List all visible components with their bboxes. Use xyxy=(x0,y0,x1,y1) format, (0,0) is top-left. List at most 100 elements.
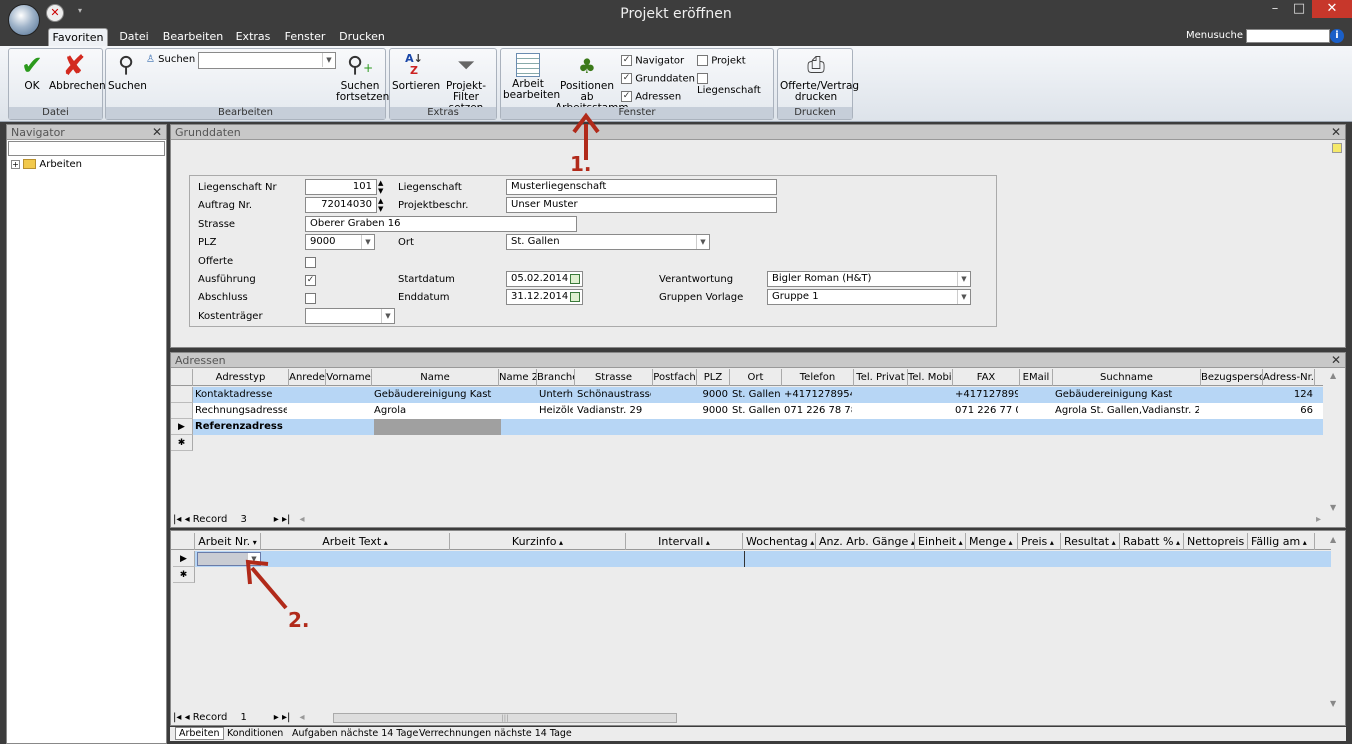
table-cell[interactable]: St. Gallen xyxy=(732,403,780,419)
column-header[interactable]: Resultat ▴ xyxy=(1061,533,1120,550)
column-header[interactable]: Anrede xyxy=(289,369,326,386)
column-header[interactable]: Bezugsperson xyxy=(1201,369,1263,386)
sort-arrow-icon[interactable]: ▴ xyxy=(808,538,814,547)
chevron-down-icon[interactable]: ▼ xyxy=(696,235,709,249)
table-cell[interactable]: 071 226 77 09 xyxy=(955,403,1018,419)
checkbox-liegenschaft-icon[interactable] xyxy=(697,73,708,84)
projekt-filter-button[interactable]: ⏷ Projekt-Filtersetzen xyxy=(436,53,496,114)
liegenschaft-nr-spinner[interactable]: ▲ ▼ xyxy=(378,179,383,195)
offerte-vertrag-drucken-button[interactable]: ⎙ Offerte/Vertrag drucken xyxy=(780,53,859,103)
table-cell[interactable]: Unterhal xyxy=(539,387,573,403)
tab-drucken[interactable]: Drucken xyxy=(336,28,388,46)
scroll-down-icon[interactable]: ▼ xyxy=(1330,503,1336,512)
table-cell[interactable]: 9000 xyxy=(699,403,728,419)
prev-record-icon[interactable]: ◂ xyxy=(185,712,190,723)
table-cell[interactable]: Heizöle u xyxy=(539,403,573,419)
positionen-record-field[interactable]: 1 xyxy=(231,712,271,724)
column-header[interactable]: Menge ▴ xyxy=(966,533,1018,550)
column-header[interactable]: Branche xyxy=(537,369,575,386)
startdatum-field[interactable]: 05.02.2014 xyxy=(506,271,583,287)
sort-arrow-icon[interactable]: ▴ xyxy=(1006,538,1013,547)
table-cell[interactable]: 9000 xyxy=(699,387,728,403)
row-indicator[interactable] xyxy=(171,403,193,419)
scroll-down-icon[interactable]: ▼ xyxy=(1330,699,1336,708)
auftrag-field[interactable]: 72014030 xyxy=(305,197,377,213)
column-header[interactable]: Arbeit Nr. ▾ xyxy=(195,533,261,550)
sort-arrow-icon[interactable]: ▴ xyxy=(908,538,914,547)
column-header[interactable]: EMail xyxy=(1020,369,1053,386)
table-row[interactable]: Rechnungsadresse Agrola Heizöle uVadianstr… xyxy=(193,403,1323,419)
table-cell[interactable]: Agrola St. Gallen,Vadianstr. 2 xyxy=(1055,403,1199,419)
sortieren-button[interactable]: A↓ Z Sortieren xyxy=(392,53,440,92)
expand-plus-icon[interactable]: + xyxy=(11,160,20,169)
column-header[interactable]: PLZ xyxy=(697,369,730,386)
hscroll-left-icon[interactable]: ◂ xyxy=(294,712,305,723)
ort-combo[interactable]: St. Gallen ▼ xyxy=(506,234,710,250)
table-cell[interactable]: 071 226 78 78 xyxy=(784,403,852,419)
row-indicator-current[interactable]: ▶ xyxy=(173,551,195,567)
table-cell[interactable]: Referenzadress xyxy=(195,419,287,435)
liegenschaft-field[interactable]: Musterliegenschaft xyxy=(506,179,777,195)
check-grunddaten[interactable]: ✓ Grunddaten xyxy=(621,73,695,85)
checkbox-navigator-icon[interactable]: ✓ xyxy=(621,55,632,66)
auftrag-spinner[interactable]: ▲ ▼ xyxy=(378,197,383,213)
sort-arrow-icon[interactable]: ▾ xyxy=(250,538,257,547)
column-header[interactable]: Intervall ▴ xyxy=(626,533,743,550)
column-header[interactable]: Postfach xyxy=(653,369,697,386)
scroll-up-icon[interactable]: ▲ xyxy=(1330,371,1336,380)
sort-arrow-icon[interactable]: ▴ xyxy=(1173,538,1180,547)
column-header[interactable]: Einheit ▴ xyxy=(915,533,966,550)
table-row[interactable]: Kontaktadresse Gebäudereinigung Kast Unter… xyxy=(193,387,1323,403)
sort-arrow-icon[interactable]: ▴ xyxy=(956,538,963,547)
first-record-icon[interactable]: |◂ xyxy=(173,514,181,525)
table-cell[interactable]: 124 xyxy=(1265,387,1313,403)
next-record-icon[interactable]: ▸ xyxy=(274,712,279,723)
row-indicator[interactable]: ▶ xyxy=(171,419,193,435)
column-header[interactable]: Arbeit Text ▴ xyxy=(261,533,450,550)
suchen-fortsetzen-button[interactable]: ⚲+ Suchen fortsetzen xyxy=(336,53,389,103)
tab-extras[interactable]: Extras xyxy=(232,28,274,46)
undo-quick-icon[interactable]: ✕ xyxy=(46,4,64,22)
offerte-checkbox[interactable] xyxy=(305,256,316,268)
close-button[interactable]: ✕ xyxy=(1312,0,1352,18)
close-icon[interactable]: ✕ xyxy=(1331,125,1341,140)
close-icon[interactable]: ✕ xyxy=(1331,353,1341,368)
last-record-icon[interactable]: ▸| xyxy=(282,712,290,723)
strasse-field[interactable]: Oberer Graben 16 xyxy=(305,216,577,232)
gruppen-combo[interactable]: Gruppe 1 ▼ xyxy=(767,289,971,305)
column-header[interactable]: Nettopreis ▴ xyxy=(1184,533,1248,550)
table-cell[interactable]: Kontaktadresse xyxy=(195,387,287,403)
positionen-current-row[interactable]: ▼ xyxy=(195,551,1331,567)
last-record-icon[interactable]: ▸| xyxy=(282,514,290,525)
column-header[interactable]: Wochentag ▴ xyxy=(743,533,816,550)
table-cell[interactable]: 66 xyxy=(1265,403,1313,419)
column-header[interactable]: Adress-Nr. xyxy=(1263,369,1315,386)
first-record-icon[interactable]: |◂ xyxy=(173,712,181,723)
column-header[interactable]: Anz. Arb. Gänge ▴ xyxy=(816,533,915,550)
positionen-ab-arbeitsstamm-button[interactable]: ♣ Positionen abArbeitsstamm xyxy=(555,53,629,114)
suchen-button[interactable]: ⚲ Suchen xyxy=(108,53,147,92)
chevron-down-icon[interactable]: ▼ xyxy=(957,272,970,286)
pin-icon[interactable] xyxy=(1332,143,1342,153)
column-header[interactable]: Kurzinfo ▴ xyxy=(450,533,626,550)
column-header[interactable]: Ort xyxy=(730,369,782,386)
abbrechen-button[interactable]: ✘ Abbrechen xyxy=(49,52,106,92)
menusuche-input[interactable] xyxy=(1246,29,1330,43)
column-header[interactable]: Telefon xyxy=(782,369,854,386)
row-indicator[interactable] xyxy=(171,387,193,403)
table-cell[interactable]: Gebäudereinigung Kast xyxy=(374,387,497,403)
column-header[interactable]: Tel. Mobil xyxy=(908,369,953,386)
column-header[interactable]: Preis ▴ xyxy=(1018,533,1061,550)
table-cell[interactable]: Vadianstr. 29 xyxy=(577,403,651,419)
tab-datei[interactable]: Datei xyxy=(114,28,154,46)
kostentraeger-combo[interactable]: ▼ xyxy=(305,308,395,324)
check-adressen[interactable]: ✓ Adressen xyxy=(621,91,681,103)
column-header[interactable]: Tel. Privat xyxy=(854,369,908,386)
sort-arrow-icon[interactable]: ▴ xyxy=(381,538,388,547)
hscroll-thumb[interactable]: ||| xyxy=(333,713,677,723)
navigator-search-input[interactable] xyxy=(8,141,165,156)
minimize-button[interactable]: – xyxy=(1262,0,1288,18)
tab-favoriten[interactable]: Favoriten xyxy=(48,28,108,46)
maximize-button[interactable]: □ xyxy=(1286,0,1312,18)
chevron-down-icon[interactable]: ▼ xyxy=(957,290,970,304)
